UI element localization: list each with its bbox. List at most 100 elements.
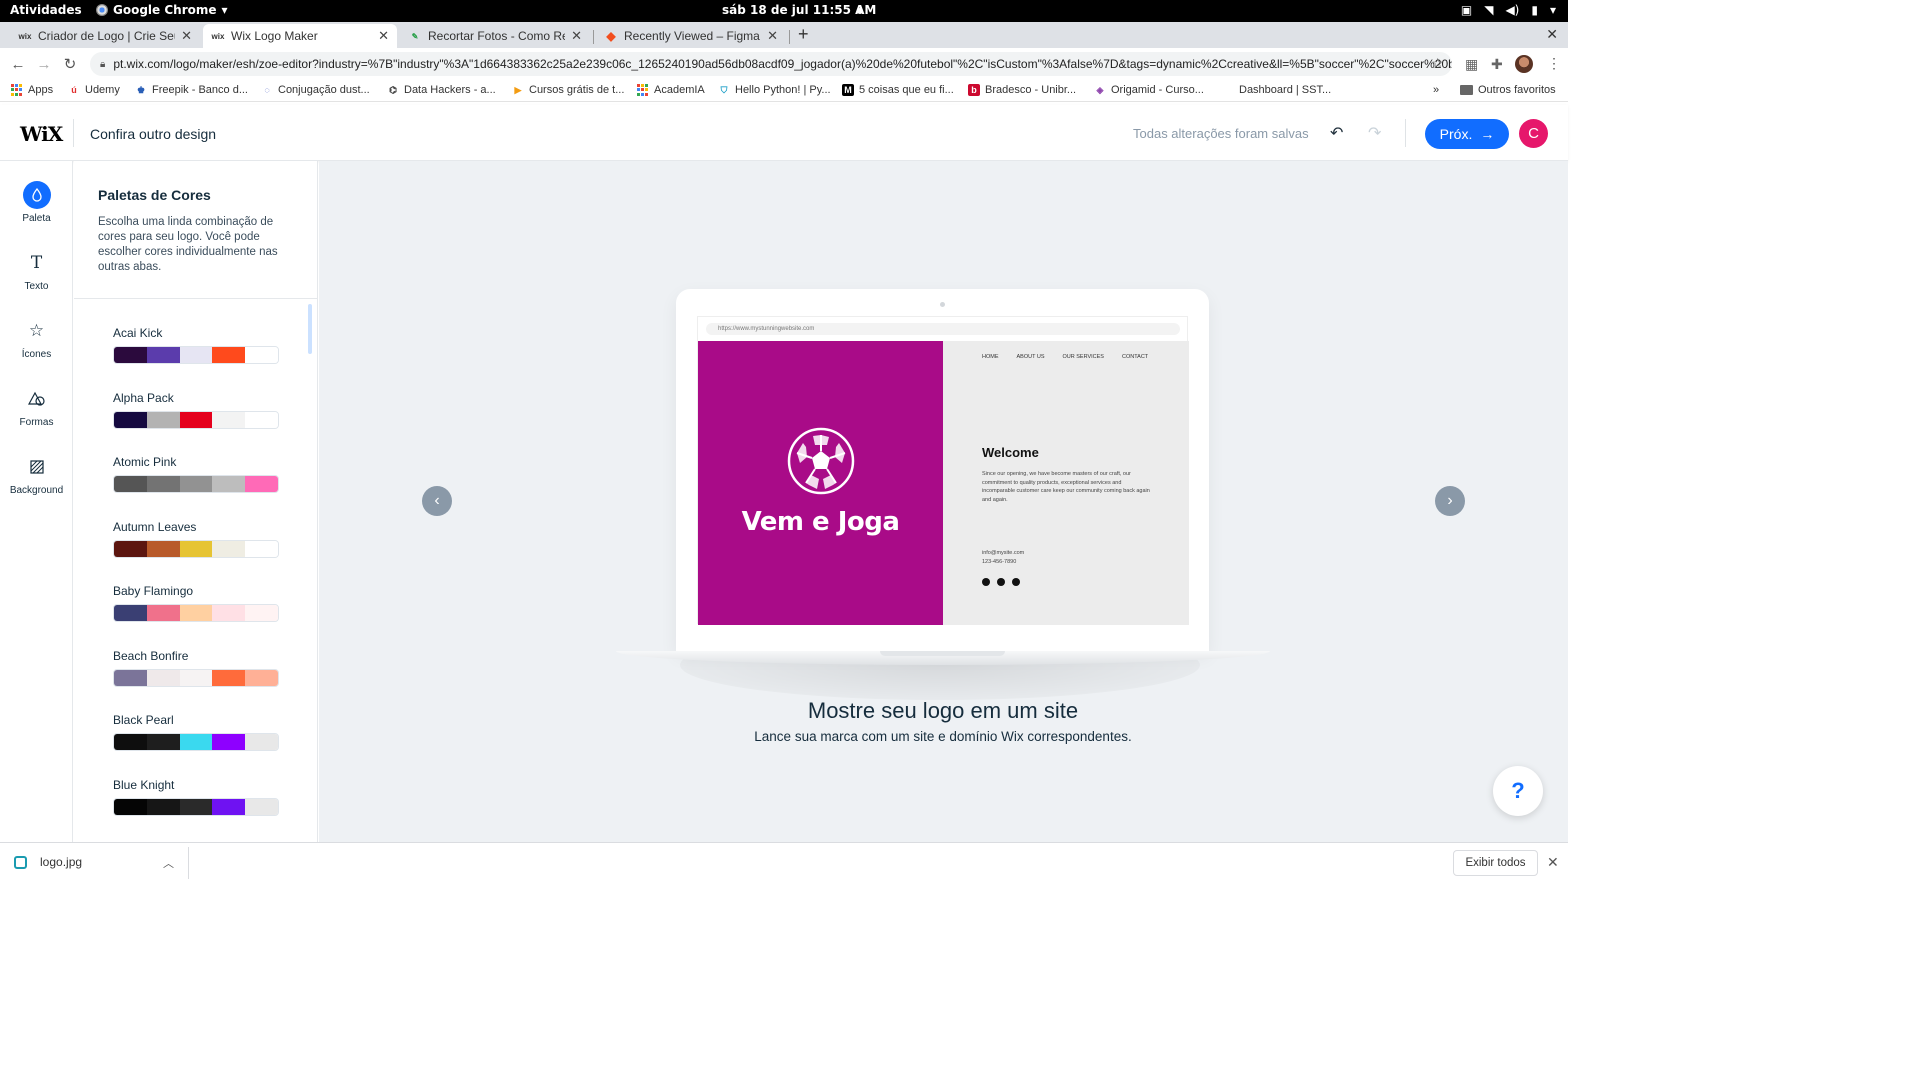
tab-criador-de-logo[interactable]: wix Criador de Logo | Crie Seu Pró ✕ [10,24,200,48]
reload-icon[interactable]: ↻ [57,55,83,73]
color-swatch [179,347,213,363]
image-file-icon [14,855,27,869]
soccer-ball-icon [787,427,855,495]
address-bar[interactable]: 🔒︎ pt.wix.com/logo/maker/esh/zoe-editor?… [90,52,1452,76]
close-tab-icon[interactable]: ✕ [767,28,778,44]
app-menu[interactable]: Google Chrome ▾ [96,3,228,17]
activities-button[interactable]: Atividades [10,3,82,17]
palette-option[interactable]: Beach Bonfire [113,649,279,687]
profile-avatar[interactable] [1515,55,1533,73]
clock[interactable]: sáb 18 de jul 11:55 AM [722,3,876,17]
chevron-right-icon: › [1447,492,1453,509]
palette-option[interactable]: Blue Knight [113,778,279,816]
color-swatch [245,734,278,750]
next-button[interactable]: Próx. → [1425,119,1509,149]
palette-option[interactable]: Autumn Leaves [113,520,279,558]
next-design-button[interactable]: › [1435,486,1465,516]
palette-option[interactable]: Atomic Pink [113,455,279,493]
palette-name: Atomic Pink [113,455,177,469]
download-item[interactable]: logo.jpg [14,855,82,869]
user-avatar[interactable]: C [1519,119,1548,148]
close-tab-icon[interactable]: ✕ [571,28,582,44]
folder-icon [1460,85,1473,95]
color-swatch [179,476,213,492]
tab-figma[interactable]: ◆ Recently Viewed – Figma ✕ [596,24,786,48]
forward-icon[interactable]: → [31,56,57,73]
bookmark-apps[interactable]: Apps [11,84,53,96]
rail-item-formas[interactable]: Formas [0,385,73,428]
chevron-up-icon[interactable]: ︿ [163,855,174,871]
palette-option[interactable]: Black Pearl [113,713,279,751]
rail-item-paleta[interactable]: Paleta [0,181,73,224]
color-swatch [179,798,213,815]
color-swatch [114,411,147,428]
next-button-label: Próx. [1439,126,1473,142]
tab-wix-logo-maker[interactable]: wix Wix Logo Maker ✕ [203,24,397,48]
bookmark-udemy[interactable]: ú Udemy [68,84,120,96]
bookmark-cursos-gratis[interactable]: ▶ Cursos grátis de t... [512,84,625,96]
bookmark-conjugacao[interactable]: ◌ Conjugação dust... [261,84,369,96]
wix-logo[interactable]: WiX [20,122,63,146]
hello-python-icon: ⛉ [720,85,728,95]
undo-icon[interactable]: ↶ [1330,123,1343,143]
close-tab-icon[interactable]: ✕ [181,28,192,44]
palette-option[interactable]: Acai Kick [113,326,279,364]
previous-design-button[interactable]: ‹ [422,486,452,516]
palette-option[interactable]: Alpha Pack [113,391,279,429]
bookmark-label: Freepik - Banco d... [152,84,248,96]
show-all-downloads-button[interactable]: Exibir todos [1453,850,1538,876]
background-icon [23,453,51,481]
tab-title: Recently Viewed – Figma [624,29,760,43]
shapes-icon [23,385,51,413]
menu-kebab-icon[interactable]: ⋮ [1547,55,1561,72]
bookmark-star-icon[interactable]: ☆ [1431,55,1444,72]
bookmark-origamid[interactable]: ◈ Origamid - Curso... [1094,84,1204,96]
bookmark-hello-python[interactable]: ⛉ Hello Python! | Py... [718,84,831,96]
bookmark-academia[interactable]: AcademIA [637,84,705,96]
bookmark-label: Apps [28,84,54,96]
shelf-divider [188,847,189,879]
bookmark-medium[interactable]: M 5 coisas que eu fi... [842,84,954,96]
bookmark-freepik[interactable]: ♚ Freepik - Banco d... [135,84,248,96]
bookmarks-bar: Apps ú Udemy ♚ Freepik - Banco d... ◌ Co… [0,80,1568,102]
origamid-icon: ◈ [1096,85,1104,95]
download-shelf: logo.jpg ︿ Exibir todos ✕ [0,842,1568,882]
mock-social-icons [982,578,1020,586]
bookmark-outros-favoritos[interactable]: Outros favoritos [1460,84,1556,96]
redo-icon[interactable]: ↷ [1368,123,1381,143]
extension-icon[interactable]: ▦ [1465,56,1478,73]
color-swatch [146,411,180,428]
rail-item-texto[interactable]: T Texto [0,249,73,292]
new-tab-icon[interactable]: + [798,24,809,45]
bookmark-bradesco[interactable]: b Bradesco - Unibr... [968,84,1076,96]
more-bookmarks-icon[interactable]: » [1433,84,1439,96]
close-shelf-icon[interactable]: ✕ [1547,854,1559,871]
panel-title: Paletas de Cores [98,187,211,203]
color-swatch [245,798,278,815]
rail-item-icones[interactable]: ☆ Ícones [0,317,73,360]
bookmark-dashboard[interactable]: Dashboard | SST... [1239,84,1331,96]
color-swatch [114,540,147,557]
palette-option[interactable]: Baby Flamingo [113,584,279,622]
help-button[interactable]: ? [1493,766,1543,816]
wifi-icon: ◥ [1484,3,1494,17]
rail-item-background[interactable]: Background [0,453,73,496]
lock-icon[interactable]: 🔒︎ [100,59,105,70]
close-window-icon[interactable]: ✕ [1546,26,1558,43]
extensions-puzzle-icon[interactable]: ✚ [1491,56,1503,73]
bookmark-data-hackers[interactable]: ⌬ Data Hackers - a... [387,84,496,96]
editor-header: WiX Confira outro design Todas alteraçõe… [0,105,1568,161]
tab-separator [593,30,594,44]
palette-name: Acai Kick [113,326,163,340]
color-swatch [146,798,180,815]
tab-title: Recortar Fotos - Como Recortar [428,29,565,43]
color-swatch [146,347,180,363]
tab-recortar-fotos[interactable]: ✎ Recortar Fotos - Como Recortar ✕ [400,24,590,48]
system-tray[interactable]: ▣ ◥ ◀) ▮ ▾ [1461,3,1556,17]
bookmark-label: Bradesco - Unibr... [985,84,1077,96]
color-swatch [179,540,213,557]
close-tab-icon[interactable]: ✕ [378,28,389,44]
back-icon[interactable]: ← [5,56,31,73]
panel-scrollbar[interactable] [308,304,312,354]
color-swatch [212,476,246,492]
